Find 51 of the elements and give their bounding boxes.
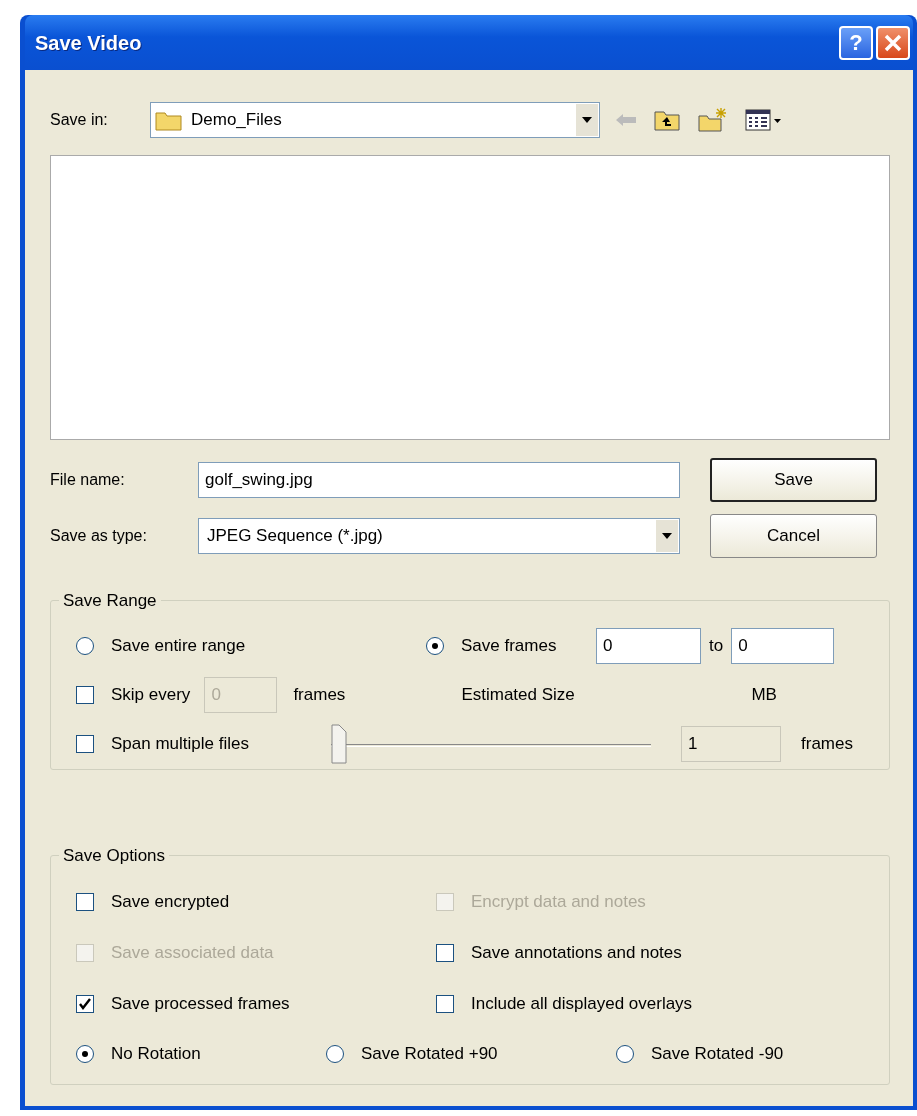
close-button[interactable] [876,25,910,60]
close-icon [883,32,903,53]
checkbox[interactable] [436,994,454,1013]
radio-button[interactable] [326,1044,344,1063]
dropdown-icon [656,520,678,552]
folder-name: Demo_Files [191,109,282,132]
label-text: Save as type: [50,526,148,546]
dialog-button[interactable]: Cancel [710,514,877,558]
label-text: Save in: [50,110,109,130]
option-label: Include all displayed overlays [471,992,693,1015]
radio-button[interactable] [76,636,94,655]
dialog-button[interactable]: Save [710,458,877,502]
option-label: Save Rotated -90 [651,1042,784,1065]
checkbox[interactable] [76,892,94,911]
checkbox[interactable] [76,994,94,1013]
window-title: Save Video [35,30,143,56]
option-label: Encrypt data and notes [471,890,646,913]
option-label: Save processed frames [111,992,290,1015]
dropdown-icon [576,104,598,136]
label-text: File name: [50,470,126,490]
option-label: Save frames [461,634,557,657]
view-menu-icon[interactable] [745,108,783,132]
option-label: Skip every [111,683,191,706]
frame-field[interactable]: 0 [731,627,835,664]
radio-button[interactable] [76,1044,94,1063]
unit-label: MB [751,683,777,706]
option-label: Save encrypted [111,890,230,913]
checkbox[interactable] [436,943,454,962]
radio-button[interactable] [616,1044,634,1063]
files-field[interactable]: 1 [681,725,781,762]
unit-label: frames [293,683,347,706]
slider-thumb[interactable] [331,723,347,764]
type-value: JPEG Sequence (*.jpg) [206,525,383,548]
frame-field[interactable]: 0 [596,627,701,664]
option-label: Save Rotated +90 [361,1042,498,1065]
to-label: to [708,634,725,657]
type-dropdown[interactable]: JPEG Sequence (*.jpg) [198,518,680,554]
estimated-size-label: Estimated Size [461,683,576,706]
radio-button[interactable] [426,636,444,655]
option-label: Save associated data [111,941,274,964]
folder-icon [155,109,183,131]
unit-label: frames [801,732,853,755]
checkbox[interactable] [76,685,94,704]
up-folder-icon[interactable] [653,108,681,132]
option-label: Save annotations and notes [471,941,682,964]
option-label: No Rotation [111,1042,201,1065]
file-name-field[interactable]: golf_swing.jpg [198,462,680,498]
option-label: Span multiple files [111,732,249,755]
option-label: Save entire range [111,634,246,657]
checkbox[interactable] [76,734,94,753]
folder-dropdown[interactable]: Demo_Files [150,102,600,138]
